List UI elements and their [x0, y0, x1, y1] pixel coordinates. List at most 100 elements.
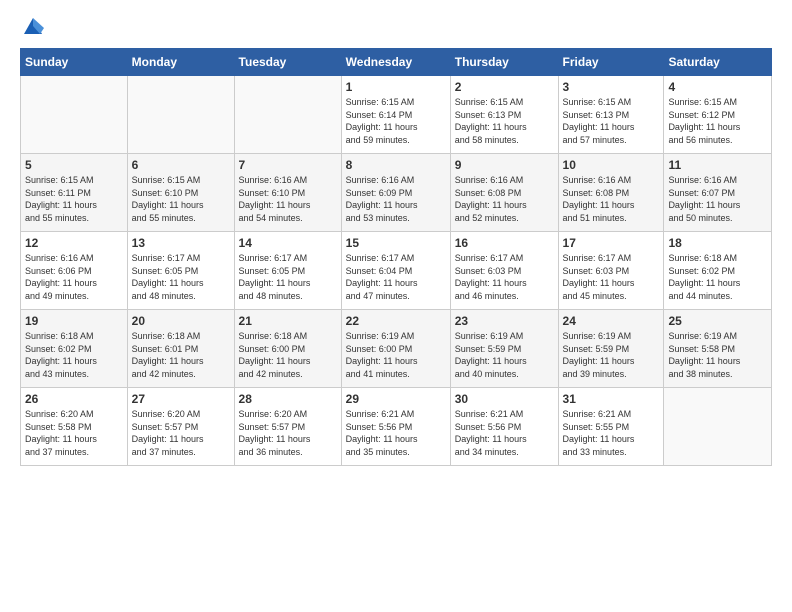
day-info: Sunrise: 6:15 AM Sunset: 6:12 PM Dayligh… [668, 96, 767, 146]
day-info: Sunrise: 6:18 AM Sunset: 6:00 PM Dayligh… [239, 330, 337, 380]
day-info: Sunrise: 6:19 AM Sunset: 5:58 PM Dayligh… [668, 330, 767, 380]
day-info: Sunrise: 6:21 AM Sunset: 5:56 PM Dayligh… [455, 408, 554, 458]
weekday-header-friday: Friday [558, 49, 664, 76]
day-number: 19 [25, 314, 123, 328]
day-number: 29 [346, 392, 446, 406]
day-number: 18 [668, 236, 767, 250]
day-number: 8 [346, 158, 446, 172]
calendar-cell: 24 Sunrise: 6:19 AM Sunset: 5:59 PM Dayli… [558, 310, 664, 388]
day-number: 27 [132, 392, 230, 406]
day-info: Sunrise: 6:15 AM Sunset: 6:10 PM Dayligh… [132, 174, 230, 224]
day-info: Sunrise: 6:17 AM Sunset: 6:05 PM Dayligh… [132, 252, 230, 302]
day-info: Sunrise: 6:16 AM Sunset: 6:10 PM Dayligh… [239, 174, 337, 224]
day-number: 6 [132, 158, 230, 172]
logo-icon [22, 16, 44, 38]
calendar-cell [21, 76, 128, 154]
logo [20, 18, 44, 38]
day-info: Sunrise: 6:16 AM Sunset: 6:08 PM Dayligh… [455, 174, 554, 224]
day-info: Sunrise: 6:15 AM Sunset: 6:11 PM Dayligh… [25, 174, 123, 224]
calendar-cell: 28 Sunrise: 6:20 AM Sunset: 5:57 PM Dayli… [234, 388, 341, 466]
day-info: Sunrise: 6:17 AM Sunset: 6:04 PM Dayligh… [346, 252, 446, 302]
week-row-3: 12 Sunrise: 6:16 AM Sunset: 6:06 PM Dayli… [21, 232, 772, 310]
calendar-cell: 7 Sunrise: 6:16 AM Sunset: 6:10 PM Daylig… [234, 154, 341, 232]
calendar-cell: 27 Sunrise: 6:20 AM Sunset: 5:57 PM Dayli… [127, 388, 234, 466]
day-info: Sunrise: 6:18 AM Sunset: 6:02 PM Dayligh… [668, 252, 767, 302]
day-info: Sunrise: 6:15 AM Sunset: 6:13 PM Dayligh… [455, 96, 554, 146]
day-number: 16 [455, 236, 554, 250]
day-info: Sunrise: 6:16 AM Sunset: 6:08 PM Dayligh… [563, 174, 660, 224]
day-info: Sunrise: 6:19 AM Sunset: 5:59 PM Dayligh… [563, 330, 660, 380]
calendar-cell: 6 Sunrise: 6:15 AM Sunset: 6:10 PM Daylig… [127, 154, 234, 232]
day-number: 12 [25, 236, 123, 250]
weekday-header-tuesday: Tuesday [234, 49, 341, 76]
week-row-1: 1 Sunrise: 6:15 AM Sunset: 6:14 PM Daylig… [21, 76, 772, 154]
day-number: 1 [346, 80, 446, 94]
day-number: 22 [346, 314, 446, 328]
day-number: 17 [563, 236, 660, 250]
day-number: 10 [563, 158, 660, 172]
calendar-cell [127, 76, 234, 154]
week-row-5: 26 Sunrise: 6:20 AM Sunset: 5:58 PM Dayli… [21, 388, 772, 466]
page: SundayMondayTuesdayWednesdayThursdayFrid… [0, 0, 792, 484]
day-number: 7 [239, 158, 337, 172]
calendar-cell: 22Sunrise: 6:19 AM Sunset: 6:00 PM Dayli… [341, 310, 450, 388]
day-number: 11 [668, 158, 767, 172]
weekday-header-thursday: Thursday [450, 49, 558, 76]
day-number: 20 [132, 314, 230, 328]
week-row-4: 19 Sunrise: 6:18 AM Sunset: 6:02 PM Dayli… [21, 310, 772, 388]
calendar-cell: 16 Sunrise: 6:17 AM Sunset: 6:03 PM Dayli… [450, 232, 558, 310]
day-number: 26 [25, 392, 123, 406]
day-info: Sunrise: 6:16 AM Sunset: 6:09 PM Dayligh… [346, 174, 446, 224]
calendar-cell: 5 Sunrise: 6:15 AM Sunset: 6:11 PM Daylig… [21, 154, 128, 232]
day-info: Sunrise: 6:21 AM Sunset: 5:56 PM Dayligh… [346, 408, 446, 458]
calendar-cell: 13 Sunrise: 6:17 AM Sunset: 6:05 PM Dayli… [127, 232, 234, 310]
day-number: 4 [668, 80, 767, 94]
day-number: 2 [455, 80, 554, 94]
calendar-cell: 8 Sunrise: 6:16 AM Sunset: 6:09 PM Daylig… [341, 154, 450, 232]
day-info: Sunrise: 6:17 AM Sunset: 6:03 PM Dayligh… [563, 252, 660, 302]
calendar-cell: 17 Sunrise: 6:17 AM Sunset: 6:03 PM Dayli… [558, 232, 664, 310]
calendar-cell: 10 Sunrise: 6:16 AM Sunset: 6:08 PM Dayli… [558, 154, 664, 232]
day-info: Sunrise: 6:20 AM Sunset: 5:57 PM Dayligh… [239, 408, 337, 458]
day-number: 13 [132, 236, 230, 250]
calendar-cell: 18 Sunrise: 6:18 AM Sunset: 6:02 PM Dayli… [664, 232, 772, 310]
calendar: SundayMondayTuesdayWednesdayThursdayFrid… [20, 48, 772, 466]
day-info: Sunrise: 6:19 AM Sunset: 5:59 PM Dayligh… [455, 330, 554, 380]
day-info: Sunrise: 6:18 AM Sunset: 6:01 PM Dayligh… [132, 330, 230, 380]
day-info: Sunrise: 6:20 AM Sunset: 5:58 PM Dayligh… [25, 408, 123, 458]
calendar-cell: 15 Sunrise: 6:17 AM Sunset: 6:04 PM Dayli… [341, 232, 450, 310]
calendar-cell: 19 Sunrise: 6:18 AM Sunset: 6:02 PM Dayli… [21, 310, 128, 388]
day-number: 25 [668, 314, 767, 328]
day-number: 5 [25, 158, 123, 172]
calendar-cell: 29 Sunrise: 6:21 AM Sunset: 5:56 PM Dayli… [341, 388, 450, 466]
calendar-cell: 2 Sunrise: 6:15 AM Sunset: 6:13 PM Daylig… [450, 76, 558, 154]
day-info: Sunrise: 6:16 AM Sunset: 6:06 PM Dayligh… [25, 252, 123, 302]
calendar-cell: 3Sunrise: 6:15 AM Sunset: 6:13 PM Daylig… [558, 76, 664, 154]
calendar-cell [234, 76, 341, 154]
day-number: 24 [563, 314, 660, 328]
day-info: Sunrise: 6:17 AM Sunset: 6:03 PM Dayligh… [455, 252, 554, 302]
day-number: 28 [239, 392, 337, 406]
day-number: 30 [455, 392, 554, 406]
calendar-cell: 23 Sunrise: 6:19 AM Sunset: 5:59 PM Dayli… [450, 310, 558, 388]
day-info: Sunrise: 6:20 AM Sunset: 5:57 PM Dayligh… [132, 408, 230, 458]
calendar-cell: 14Sunrise: 6:17 AM Sunset: 6:05 PM Dayli… [234, 232, 341, 310]
calendar-cell: 31Sunrise: 6:21 AM Sunset: 5:55 PM Dayli… [558, 388, 664, 466]
calendar-cell: 1 Sunrise: 6:15 AM Sunset: 6:14 PM Daylig… [341, 76, 450, 154]
weekday-header-wednesday: Wednesday [341, 49, 450, 76]
day-number: 23 [455, 314, 554, 328]
calendar-cell: 11Sunrise: 6:16 AM Sunset: 6:07 PM Dayli… [664, 154, 772, 232]
calendar-cell: 25 Sunrise: 6:19 AM Sunset: 5:58 PM Dayli… [664, 310, 772, 388]
calendar-cell: 12 Sunrise: 6:16 AM Sunset: 6:06 PM Dayli… [21, 232, 128, 310]
day-info: Sunrise: 6:15 AM Sunset: 6:14 PM Dayligh… [346, 96, 446, 146]
day-number: 14 [239, 236, 337, 250]
calendar-cell: 9 Sunrise: 6:16 AM Sunset: 6:08 PM Daylig… [450, 154, 558, 232]
header [20, 18, 772, 38]
day-number: 15 [346, 236, 446, 250]
day-info: Sunrise: 6:18 AM Sunset: 6:02 PM Dayligh… [25, 330, 123, 380]
calendar-cell [664, 388, 772, 466]
day-number: 9 [455, 158, 554, 172]
calendar-cell: 30 Sunrise: 6:21 AM Sunset: 5:56 PM Dayli… [450, 388, 558, 466]
day-info: Sunrise: 6:21 AM Sunset: 5:55 PM Dayligh… [563, 408, 660, 458]
calendar-cell: 21Sunrise: 6:18 AM Sunset: 6:00 PM Dayli… [234, 310, 341, 388]
